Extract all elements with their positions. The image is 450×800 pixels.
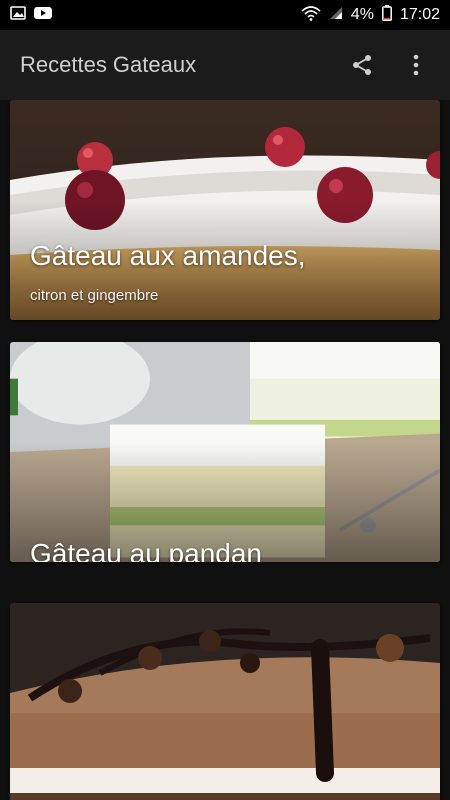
more-vert-icon	[413, 54, 419, 76]
youtube-notification-icon	[34, 6, 52, 25]
app-bar-actions	[348, 51, 430, 79]
notification-icons	[10, 5, 52, 25]
battery-percentage: 4%	[350, 6, 374, 23]
recipe-card-pandan[interactable]: Gâteau au pandan	[10, 342, 440, 562]
battery-icon	[382, 4, 392, 26]
mousse-cake-image	[10, 603, 440, 800]
recipe-card-almond[interactable]: Gâteau aux amandes, citron et gingembre	[10, 100, 440, 320]
system-status: 4% 17:02	[301, 4, 440, 26]
clock: 17:02	[399, 6, 440, 23]
app-bar: Recettes Gateaux	[0, 30, 450, 100]
recipe-subtitle: citron et gingembre	[30, 287, 159, 304]
signal-icon	[329, 6, 343, 25]
image-notification-icon	[10, 5, 26, 25]
share-button[interactable]	[348, 51, 376, 79]
recipe-card-mousse[interactable]	[10, 603, 440, 800]
app-title: Recettes Gateaux	[20, 52, 197, 77]
more-options-button[interactable]	[402, 51, 430, 79]
wifi-icon	[301, 5, 321, 26]
recipe-title: Gâteau aux amandes,	[30, 240, 306, 271]
share-icon	[353, 55, 371, 75]
status-bar: 4% 17:02	[0, 0, 450, 30]
recipe-title: Gâteau au pandan	[30, 538, 262, 562]
recipe-list[interactable]: Gâteau aux amandes, citron et gingembre …	[0, 100, 450, 800]
